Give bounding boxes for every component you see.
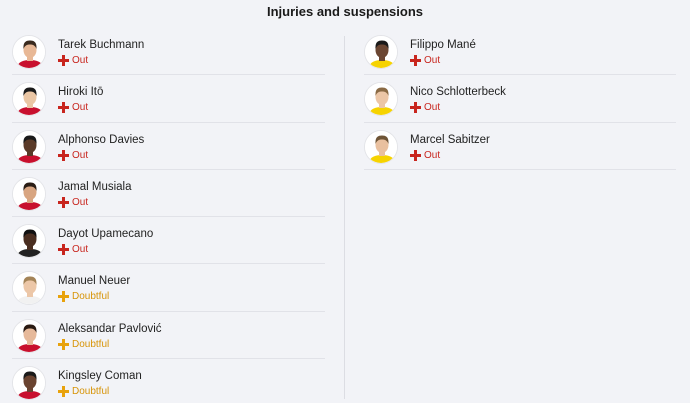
player-name: Marcel Sabitzer — [410, 133, 490, 146]
injury-status-label: Out — [72, 55, 89, 66]
player-name: Kingsley Coman — [58, 370, 142, 383]
player-avatar — [364, 82, 398, 117]
injury-status: Out — [410, 55, 440, 66]
player-name: Alphonso Davies — [58, 133, 145, 146]
player-row[interactable]: Jamal Musiala Out — [12, 170, 325, 218]
player-row[interactable]: Manuel Neuer Doubtful — [12, 264, 325, 312]
player-row[interactable]: Alphonso Davies Out — [12, 123, 325, 170]
medical-cross-yellow-icon — [58, 386, 69, 398]
injury-status-label: Doubtful — [72, 338, 110, 350]
player-row[interactable]: Hiroki Itō Out — [12, 75, 325, 123]
player-avatar — [364, 35, 398, 69]
medical-cross-red-icon — [58, 149, 69, 161]
injury-status-label: Out — [424, 102, 441, 114]
player-avatar — [12, 82, 46, 117]
player-name: Filippo Mané — [410, 39, 476, 51]
player-avatar — [12, 366, 46, 401]
injury-status: Out — [58, 149, 89, 161]
injury-status-label: Out — [72, 244, 89, 256]
player-name: Aleksandar Pavlović — [58, 322, 162, 335]
player-row[interactable]: Nico Schlotterbeck Out — [364, 75, 676, 123]
player-avatar — [12, 176, 46, 211]
player-row[interactable]: Aleksandar Pavlović Doubtful — [12, 312, 325, 360]
injury-status-label: Out — [72, 196, 89, 208]
player-row[interactable]: Tarek Buchmann Out — [12, 28, 325, 76]
medical-cross-red-icon — [58, 102, 69, 114]
medical-cross-yellow-icon — [58, 338, 69, 350]
player-row[interactable]: Dayot Upamecano Out — [12, 217, 325, 265]
player-row[interactable]: Filippo Mané Out — [364, 28, 676, 76]
injury-status: Out — [58, 55, 88, 66]
player-name: Jamal Musiala — [58, 180, 132, 193]
player-row[interactable]: Marcel Sabitzer Out — [364, 123, 676, 170]
injury-status: Out — [58, 102, 89, 114]
injury-status: Doubtful — [58, 386, 110, 398]
player-avatar — [12, 318, 46, 353]
medical-cross-red-icon — [58, 244, 69, 256]
injury-status: Out — [58, 196, 89, 208]
injury-status: Out — [410, 149, 441, 161]
player-avatar — [364, 129, 398, 164]
player-avatar — [12, 224, 46, 259]
injury-status-label: Out — [72, 149, 89, 161]
player-name: Nico Schlotterbeck — [410, 86, 506, 99]
injury-status: Out — [410, 102, 441, 114]
injury-status-label: Out — [424, 55, 441, 66]
injury-status-label: Out — [72, 102, 89, 114]
medical-cross-red-icon — [58, 55, 69, 66]
player-name: Tarek Buchmann — [58, 39, 145, 51]
injury-status: Out — [58, 244, 89, 256]
injury-status: Doubtful — [58, 291, 110, 303]
away-team-injury-list: Filippo Mané Out Nico Schlotterbeck Out Marc… — [364, 28, 676, 170]
injury-status-label: Doubtful — [72, 386, 110, 398]
medical-cross-red-icon — [410, 55, 421, 66]
injury-status-label: Out — [424, 149, 441, 161]
medical-cross-red-icon — [410, 149, 421, 161]
medical-cross-yellow-icon — [58, 291, 69, 303]
medical-cross-red-icon — [58, 196, 69, 208]
player-name: Manuel Neuer — [58, 275, 131, 288]
player-name: Hiroki Itō — [58, 86, 104, 99]
injury-status: Doubtful — [58, 338, 110, 350]
player-avatar — [12, 35, 46, 69]
home-team-injury-list: Tarek Buchmann Out Hiroki Itō Out Alphonso D… — [12, 28, 325, 403]
column-divider — [344, 36, 345, 399]
player-name: Dayot Upamecano — [58, 228, 154, 241]
player-avatar — [12, 129, 46, 164]
player-row[interactable]: Kingsley Coman Doubtful — [12, 359, 325, 403]
injury-status-label: Doubtful — [72, 291, 110, 303]
section-title: Injuries and suspensions — [266, 4, 424, 19]
player-avatar — [12, 271, 46, 306]
medical-cross-red-icon — [410, 102, 421, 114]
